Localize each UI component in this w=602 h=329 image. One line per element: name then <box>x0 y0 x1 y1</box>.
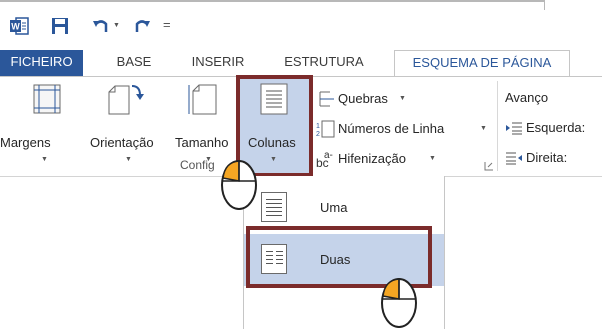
orientation-button[interactable]: Orientação ▼ <box>88 77 170 173</box>
line-numbers-icon: 1 2 <box>316 120 335 138</box>
dialog-launcher-icon[interactable] <box>484 161 494 171</box>
indent-left-field[interactable]: Esquerda: <box>505 119 602 139</box>
svg-text:2: 2 <box>316 131 320 138</box>
mouse-click-icon <box>381 278 417 328</box>
chevron-down-icon: ▼ <box>125 156 132 163</box>
breaks-icon <box>319 91 334 107</box>
size-icon <box>188 84 217 115</box>
svg-text:a-: a- <box>324 150 333 161</box>
svg-text:W: W <box>11 22 20 32</box>
tab-esquema-de-pagina[interactable]: ESQUEMA DE PÁGINA <box>394 50 570 77</box>
mouse-click-icon <box>221 160 257 210</box>
indent-right-icon <box>506 152 522 165</box>
ribbon-tabs: FICHEIRO BASE INSERIR ESTRUTURA ESQUEMA … <box>0 50 602 77</box>
hyphenation-button[interactable]: bc a- Hifenização ▼ <box>316 149 446 169</box>
line-numbers-label: Números de Linha <box>338 121 445 136</box>
chevron-down-icon: ▼ <box>41 156 48 163</box>
svg-text:1: 1 <box>316 123 320 130</box>
group-separator <box>497 81 498 171</box>
indent-left-label: Esquerda: <box>526 120 586 135</box>
tab-estrutura[interactable]: ESTRUTURA <box>274 50 374 76</box>
indent-right-label: Direita: <box>526 150 568 165</box>
tab-ficheiro[interactable]: FICHEIRO <box>0 50 83 76</box>
tab-base[interactable]: BASE <box>104 50 164 76</box>
window-edge-right <box>544 0 545 10</box>
chevron-down-icon: ▼ <box>429 155 436 162</box>
redo-icon[interactable] <box>132 16 152 36</box>
quick-access-toolbar: W ▼ = <box>0 0 602 50</box>
hyphenation-label: Hifenização <box>338 151 406 166</box>
undo-dropdown-icon[interactable]: ▼ <box>113 22 120 29</box>
line-numbers-button[interactable]: 1 2 Números de Linha ▼ <box>316 119 496 139</box>
orientation-label: Orientação <box>90 135 154 150</box>
indent-right-field[interactable]: Direita: <box>505 149 602 169</box>
margins-button[interactable]: Margens ▼ <box>0 77 88 173</box>
orientation-icon <box>108 85 144 115</box>
save-icon[interactable] <box>50 16 70 36</box>
margins-icon <box>33 84 61 114</box>
chevron-down-icon: ▼ <box>480 125 487 132</box>
ribbon-panel: Margens ▼ Orientação ▼ Tamanho ▼ Colunas… <box>0 75 602 177</box>
hyphenation-icon: bc a- <box>316 150 333 169</box>
indent-left-icon <box>506 122 522 135</box>
breaks-button[interactable]: Quebras ▼ <box>316 89 426 109</box>
margins-label: Margens <box>0 135 51 150</box>
breaks-label: Quebras <box>338 91 388 106</box>
size-label: Tamanho <box>175 135 229 150</box>
page-setup-group-label: Config <box>180 158 215 172</box>
undo-icon[interactable] <box>91 16 111 36</box>
customize-toolbar-button[interactable]: = <box>163 17 171 32</box>
chevron-down-icon: ▼ <box>399 95 406 102</box>
tab-inserir[interactable]: INSERIR <box>183 50 253 76</box>
window-edge <box>0 0 545 2</box>
indent-heading: Avanço <box>505 90 549 105</box>
word-icon[interactable]: W <box>9 16 29 36</box>
menu-item-label: Uma <box>320 200 348 215</box>
